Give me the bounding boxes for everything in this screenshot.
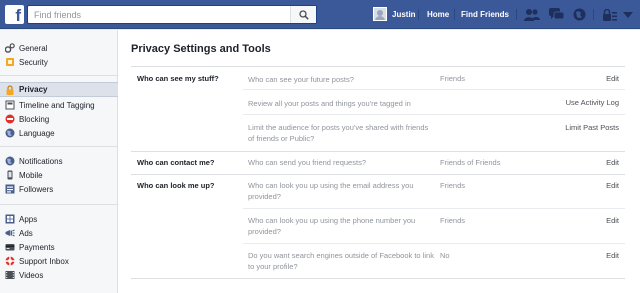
title-divider	[131, 66, 625, 67]
timeline-icon	[5, 100, 15, 110]
privacy-shortcuts-icon[interactable]	[601, 6, 618, 23]
account-menu-icon[interactable]	[619, 6, 636, 23]
sidebar-item-security[interactable]: Security	[0, 55, 118, 69]
sidebar-item-notifications[interactable]: Notifications	[0, 154, 118, 168]
nav-divider	[454, 9, 455, 20]
sidebar-item-label: Blocking	[19, 114, 50, 124]
blocking-icon	[5, 114, 15, 124]
sidebar-item-label: Apps	[19, 214, 38, 224]
nav-divider	[516, 9, 517, 20]
setting-value: No	[440, 251, 450, 260]
setting-question: Who can send you friend requests?	[248, 158, 366, 167]
setting-value: Friends of Friends	[440, 158, 501, 167]
home-link[interactable]: Home	[427, 10, 449, 19]
apps-icon	[5, 214, 15, 224]
sidebar-item-label: Notifications	[19, 156, 63, 166]
sidebar-item-label: Mobile	[19, 170, 43, 180]
sidebar-item-apps[interactable]: Apps	[0, 212, 118, 226]
setting-question: Who can look you up using the phone numb…	[248, 216, 416, 236]
sidebar-item-privacy[interactable]: Privacy	[0, 82, 118, 97]
section-divider	[131, 278, 625, 279]
sidebar-item-label: Payments	[19, 242, 55, 252]
sidebar-divider	[0, 204, 118, 205]
setting-question: Limit the audience for posts you've shar…	[248, 123, 429, 143]
support-icon	[5, 256, 15, 266]
edit-future-posts-link[interactable]: Edit	[606, 74, 619, 83]
setting-value: Friends	[440, 74, 466, 83]
section-label-look-me-up: Who can look me up?	[137, 181, 215, 190]
avatar	[373, 7, 387, 21]
sidebar-item-label: Followers	[19, 184, 54, 194]
sidebar-item-blocking[interactable]: Blocking	[0, 112, 118, 126]
nav-divider	[593, 9, 594, 20]
row-divider	[243, 114, 625, 115]
search-icon	[298, 9, 309, 20]
payments-icon	[5, 242, 15, 252]
setting-question: Who can see your future posts?	[248, 75, 354, 84]
globe-icon	[5, 128, 15, 138]
section-divider	[131, 174, 625, 175]
row-divider	[243, 243, 625, 244]
row-divider	[243, 89, 625, 90]
page-title: Privacy Settings and Tools	[131, 43, 271, 55]
sidebar-item-language[interactable]: Language	[0, 126, 118, 140]
messages-icon[interactable]	[548, 6, 565, 23]
sidebar-item-label: Timeline and Tagging	[19, 100, 95, 110]
top-navigation-bar: f Justin Home Find Friends	[0, 0, 640, 29]
limit-past-posts-link[interactable]: Limit Past Posts	[565, 123, 619, 132]
user-name: Justin	[392, 9, 416, 19]
search-input[interactable]	[28, 6, 290, 23]
sidebar-item-label: Security	[19, 57, 48, 67]
sidebar-item-label: Videos	[19, 270, 44, 280]
privacy-settings-panel: Privacy Settings and Tools Who can see m…	[118, 30, 640, 293]
use-activity-log-link[interactable]: Use Activity Log	[566, 98, 619, 107]
setting-question: Do you want search engines outside of Fa…	[248, 251, 434, 271]
shield-icon	[5, 57, 15, 67]
ads-icon	[5, 228, 15, 238]
setting-value: Friends	[440, 216, 466, 225]
edit-search-engines-link[interactable]: Edit	[606, 251, 619, 260]
facebook-logo[interactable]: f	[5, 5, 24, 24]
mobile-icon	[5, 170, 15, 180]
sidebar-divider	[0, 75, 118, 76]
search-box	[27, 5, 317, 24]
section-label-see-my-stuff: Who can see my stuff?	[137, 74, 219, 83]
lock-icon	[5, 84, 15, 95]
sidebar-item-label: General	[19, 43, 48, 53]
sidebar-item-mobile[interactable]: Mobile	[0, 168, 118, 182]
settings-sidebar: General Security Privacy Timeline and Ta…	[0, 30, 118, 293]
notifications-icon[interactable]	[571, 6, 588, 23]
section-label-contact-me: Who can contact me?	[137, 158, 215, 167]
row-divider	[243, 208, 625, 209]
friend-requests-icon[interactable]	[523, 6, 540, 23]
sidebar-item-ads[interactable]: Ads	[0, 226, 118, 240]
setting-value: Friends	[440, 181, 466, 190]
setting-question: Who can look you up using the email addr…	[248, 181, 414, 201]
sidebar-divider	[0, 146, 118, 147]
sidebar-item-timeline-and-tagging[interactable]: Timeline and Tagging	[0, 98, 118, 112]
edit-friend-requests-link[interactable]: Edit	[606, 158, 619, 167]
find-friends-link[interactable]: Find Friends	[461, 10, 509, 19]
sidebar-item-support-inbox[interactable]: Support Inbox	[0, 254, 118, 268]
followers-icon	[5, 184, 15, 194]
edit-phone-lookup-link[interactable]: Edit	[606, 216, 619, 225]
sidebar-item-label: Language	[19, 128, 55, 138]
sidebar-item-label: Ads	[19, 228, 33, 238]
edit-email-lookup-link[interactable]: Edit	[606, 181, 619, 190]
sidebar-item-label: Privacy	[19, 85, 48, 94]
videos-icon	[5, 270, 15, 280]
sidebar-item-label: Support Inbox	[19, 256, 69, 266]
nav-divider	[418, 9, 419, 20]
sidebar-item-videos[interactable]: Videos	[0, 268, 118, 282]
gears-icon	[5, 43, 15, 53]
sidebar-item-payments[interactable]: Payments	[0, 240, 118, 254]
sidebar-item-followers[interactable]: Followers	[0, 182, 118, 196]
search-button[interactable]	[290, 6, 316, 23]
setting-question: Review all your posts and things you're …	[248, 99, 411, 108]
section-divider	[131, 151, 625, 152]
profile-link[interactable]: Justin	[373, 7, 416, 21]
globe-icon	[5, 156, 15, 166]
sidebar-item-general[interactable]: General	[0, 41, 118, 55]
